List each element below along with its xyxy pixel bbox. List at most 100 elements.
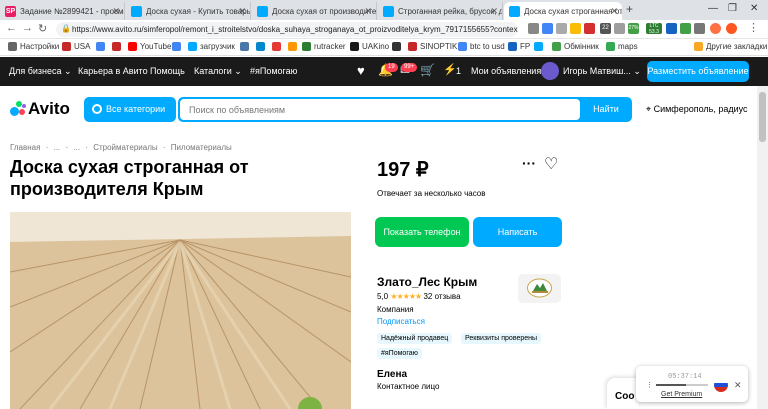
- browser-tab[interactable]: SP Задание №2899421 - просмо ✕: [0, 2, 125, 20]
- extension-percent-icon[interactable]: 27%: [628, 23, 639, 34]
- new-tab-button[interactable]: +: [626, 2, 633, 16]
- page-scrollbar[interactable]: [757, 86, 768, 409]
- breadcrumb-item[interactable]: Главная: [10, 143, 40, 152]
- seller-rating[interactable]: 5,0 ★★★★★ 32 отзыва: [377, 292, 461, 301]
- bookmark-item[interactable]: UAKino: [350, 42, 389, 51]
- browser-tab[interactable]: Доска сухая от производите ✕: [252, 2, 377, 20]
- post-ad-button[interactable]: Разместить объявление: [647, 61, 749, 82]
- logo-dot: [10, 107, 19, 116]
- avito-favicon-icon: [383, 6, 394, 17]
- user-avatar[interactable]: [541, 62, 559, 80]
- browser-tab[interactable]: Доска сухая - Купить товары ✕: [126, 2, 251, 20]
- nav-career[interactable]: Карьера в Авито: [78, 66, 148, 76]
- listing-price: 197 ₽: [377, 159, 429, 181]
- bookmark-item[interactable]: YouTube: [128, 42, 171, 51]
- bookmark-item[interactable]: maps: [606, 42, 638, 51]
- nav-catalogs[interactable]: Каталоги ⌄: [194, 66, 242, 77]
- vpn-menu-icon[interactable]: ⋮: [646, 381, 653, 389]
- breadcrumb-item[interactable]: Пиломатериалы: [171, 143, 232, 152]
- google-icon: [172, 42, 181, 51]
- close-tab-icon[interactable]: ✕: [610, 6, 618, 17]
- close-tab-icon[interactable]: ✕: [364, 6, 372, 17]
- browser-tab-active[interactable]: Доска сухая строганная от пр ✕: [504, 2, 622, 20]
- user-name: Игорь Матвиш...: [563, 66, 631, 76]
- bookmark-item[interactable]: загрузчик: [188, 42, 235, 51]
- nav-hashtag[interactable]: #яПомогаю: [250, 66, 297, 76]
- ltc-price-icon[interactable]: LTC 53.3: [646, 23, 662, 35]
- my-ads-link[interactable]: Мои объявления: [471, 66, 541, 76]
- write-message-button[interactable]: Написать: [473, 217, 562, 247]
- rating-stars-icon: ★★★★★: [390, 292, 422, 301]
- other-bookmarks[interactable]: Другие закладки: [694, 42, 767, 51]
- show-phone-button[interactable]: Показать телефон: [375, 217, 469, 247]
- bookmark-icon: [534, 42, 543, 51]
- apps-icon: [8, 42, 17, 51]
- maximize-icon[interactable]: ❐: [728, 3, 737, 14]
- bookmark-item[interactable]: btc to usd: [458, 42, 505, 51]
- scrollbar-thumb[interactable]: [759, 92, 766, 142]
- back-arrow-icon[interactable]: ←: [6, 22, 17, 34]
- search-input[interactable]: [180, 99, 580, 120]
- breadcrumb-item[interactable]: ...: [54, 143, 61, 152]
- badge-verified-details: Реквизиты проверены: [461, 333, 542, 344]
- favorite-heart-icon[interactable]: ♡: [544, 154, 558, 174]
- extension-icon[interactable]: [614, 23, 625, 34]
- translate-icon[interactable]: [542, 23, 553, 34]
- flag-extension-icon[interactable]: [584, 23, 595, 34]
- extension-counter-icon[interactable]: 22: [600, 23, 611, 34]
- favorites-heart-icon[interactable]: ♥: [357, 63, 365, 78]
- location-selector[interactable]: ⌖ Симферополь, радиус: [646, 104, 748, 115]
- forward-arrow-icon[interactable]: →: [22, 22, 33, 34]
- minimize-icon[interactable]: —: [708, 3, 718, 14]
- subscribe-link[interactable]: Подписаться: [377, 317, 425, 326]
- get-premium-link[interactable]: Get Premium: [661, 391, 702, 398]
- more-options-icon[interactable]: ···: [522, 155, 536, 171]
- breadcrumb-item[interactable]: Стройматериалы: [93, 143, 157, 152]
- seller-logo-icon: [527, 278, 552, 298]
- all-categories-button[interactable]: Все категории: [84, 97, 176, 122]
- chat-widget[interactable]: Coo: [607, 378, 639, 409]
- breadcrumb-item[interactable]: ...: [73, 143, 80, 152]
- lightning-icon[interactable]: ⚡: [443, 63, 457, 76]
- extension-icon[interactable]: [666, 23, 677, 34]
- nav-help[interactable]: Помощь: [150, 66, 185, 76]
- avito-logo[interactable]: Avito: [10, 99, 70, 119]
- extension-icon[interactable]: [680, 23, 691, 34]
- search-button[interactable]: Найти: [580, 97, 632, 122]
- bookmark-item[interactable]: SINOPTIK: [408, 42, 457, 51]
- bookmark-item[interactable]: rutracker: [302, 42, 346, 51]
- tab-title: Задание №2899421 - просмо: [20, 7, 125, 16]
- russia-flag-icon[interactable]: [714, 378, 728, 392]
- cart-icon[interactable]: 🛒: [420, 63, 435, 77]
- bookmark-item[interactable]: FP: [508, 42, 530, 51]
- badge-reliable-seller: Надёжный продавец: [377, 333, 453, 344]
- bookmark-item[interactable]: USA: [62, 42, 90, 51]
- reload-icon[interactable]: ↻: [38, 22, 47, 35]
- flag-icon: [62, 42, 71, 51]
- share-icon[interactable]: [556, 23, 567, 34]
- address-bar[interactable]: 🔒 https://www.avito.ru/simferopol/remont…: [56, 22, 518, 37]
- extension-icon[interactable]: [726, 23, 737, 34]
- seller-name[interactable]: Злато_Лес Крым: [377, 275, 477, 289]
- close-window-icon[interactable]: ✕: [750, 3, 758, 14]
- profile-avatar-icon[interactable]: [710, 23, 721, 34]
- tab-title: Строганная рейка, брусок, до: [398, 7, 503, 16]
- chevron-down-icon: ⌄: [64, 66, 72, 76]
- rating-value: 5,0: [377, 292, 389, 301]
- bookmark-item[interactable]: Настройки: [8, 42, 59, 51]
- browser-menu-icon[interactable]: ⋮: [748, 21, 759, 34]
- bookmark-star-icon[interactable]: [570, 23, 581, 34]
- bookmark-label: Другие закладки: [706, 42, 768, 51]
- close-tab-icon[interactable]: ✕: [490, 6, 498, 17]
- close-tab-icon[interactable]: ✕: [112, 6, 120, 17]
- key-icon[interactable]: [528, 23, 539, 34]
- nav-business[interactable]: Для бизнеса ⌄: [9, 66, 72, 77]
- bookmark-item[interactable]: Обмінник: [552, 42, 599, 51]
- close-icon[interactable]: ✕: [734, 380, 742, 391]
- browser-tab[interactable]: Строганная рейка, брусок, до ✕: [378, 2, 503, 20]
- extensions-puzzle-icon[interactable]: [694, 23, 705, 34]
- seller-logo[interactable]: [518, 274, 561, 303]
- user-menu[interactable]: Игорь Матвиш... ⌄: [563, 66, 641, 77]
- close-tab-icon[interactable]: ✕: [238, 6, 246, 17]
- listing-photo[interactable]: [10, 212, 351, 409]
